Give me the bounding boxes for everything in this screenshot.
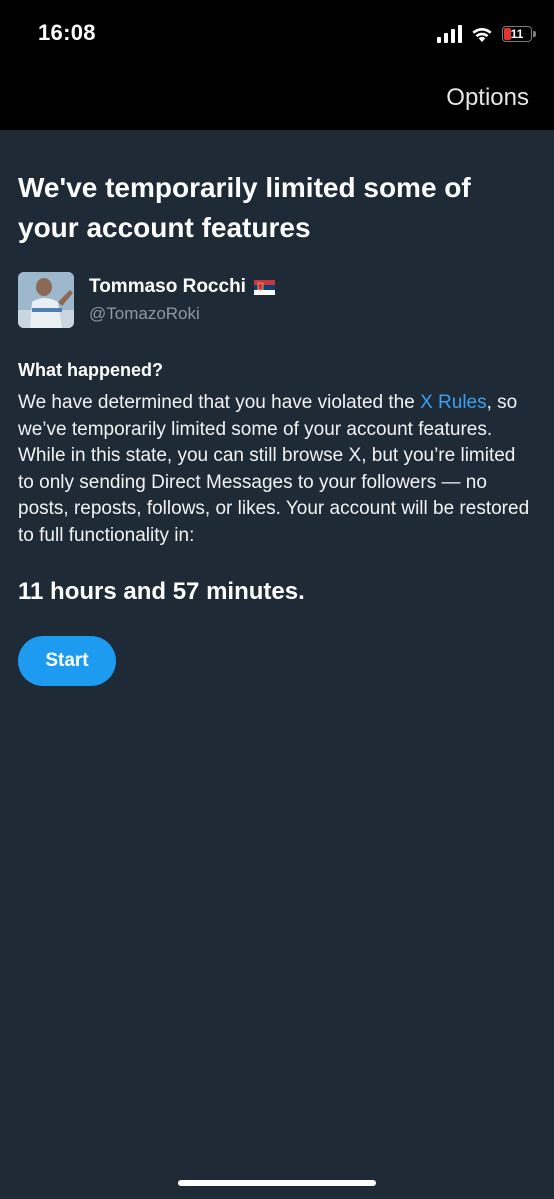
screen: 16:08 11 Options We've temporarily limit… <box>0 0 554 1199</box>
top-bar: 16:08 11 Options <box>0 0 554 130</box>
status-time: 16:08 <box>38 20 96 45</box>
section-heading: What happened? <box>18 360 163 380</box>
main-content: We've temporarily limited some of your a… <box>18 168 534 686</box>
options-button[interactable]: Options <box>446 84 529 112</box>
start-button[interactable]: Start <box>18 636 116 686</box>
avatar <box>18 272 74 328</box>
battery-icon: 11 <box>502 26 536 42</box>
battery-cap <box>533 31 536 37</box>
display-name-row: Tommaso Rocchi <box>89 275 275 299</box>
user-handle: @TomazoRoki <box>89 304 200 323</box>
serbia-flag-icon <box>253 279 275 295</box>
profile-row[interactable]: Tommaso Rocchi @TomazoRoki <box>18 272 534 328</box>
x-rules-link[interactable]: X Rules <box>420 392 487 413</box>
display-name: Tommaso Rocchi <box>89 276 246 297</box>
notice-body: We have determined that you have violate… <box>18 390 534 549</box>
page-title: We've temporarily limited some of your a… <box>18 172 471 243</box>
notice-body-start: We have determined that you have violate… <box>18 392 421 413</box>
avatar-image <box>18 272 74 328</box>
status-icons: 11 <box>437 22 536 46</box>
notice-body-end: , so we’ve temporarily limited some of y… <box>18 392 530 546</box>
signal-icon <box>437 25 462 43</box>
profile-text: Tommaso Rocchi @TomazoRoki <box>89 275 275 325</box>
restriction-countdown: 11 hours and 57 minutes. <box>18 578 305 605</box>
battery-level: 11 <box>510 27 524 41</box>
wifi-icon <box>472 27 492 42</box>
home-indicator[interactable] <box>178 1180 376 1186</box>
